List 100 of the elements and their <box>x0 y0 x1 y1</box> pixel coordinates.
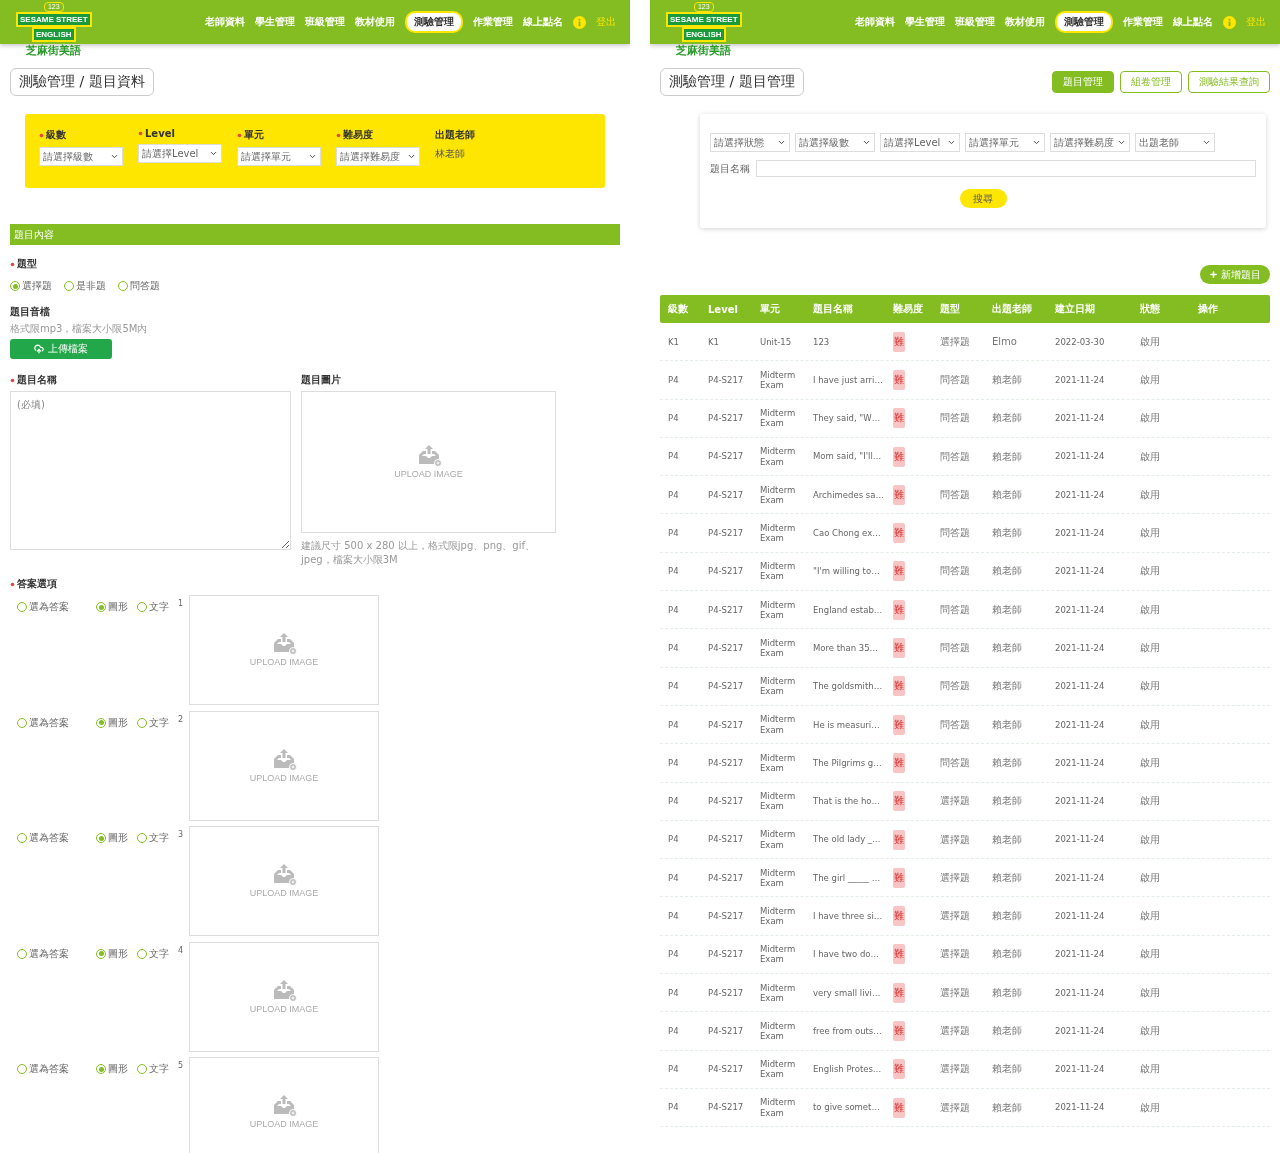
table-cell-text: 2021-11-24 <box>1055 796 1106 807</box>
select-field[interactable]: 請選擇Level <box>138 144 222 163</box>
table-cell-text: They said, "W… <box>813 413 882 424</box>
table-cell-text: Midterm Exam <box>760 982 797 1003</box>
radio-option[interactable]: 問答題 <box>118 279 160 293</box>
difficulty-tag: 難 <box>893 867 905 888</box>
radio-option[interactable]: 圖形 <box>96 1062 137 1076</box>
table-row[interactable]: P4 P4-S217 Midterm Exam The girl _____ … 難 選擇題 賴老師 2021-11-24 啟用 <box>660 859 1270 898</box>
table-row[interactable]: P4 P4-S217 Midterm Exam Archimedes sa… 難 問答題 賴老師 2021-11-24 啟用 <box>660 476 1270 515</box>
table-cell-text: 賴老師 <box>992 565 1023 578</box>
table-cell-text: to give somet… <box>813 1102 881 1113</box>
search-button[interactable]: 搜尋 <box>959 189 1007 208</box>
table-cell-text: That is the ho… <box>813 796 882 807</box>
radio-option[interactable]: 圖形 <box>96 946 137 961</box>
select-field[interactable]: 請選擇難易度 <box>1050 133 1130 152</box>
table-cell-text: P4-S217 <box>708 642 745 654</box>
table-cell-text: P4 <box>668 604 680 615</box>
table-row[interactable]: P4 P4-S217 Midterm Exam The old lady _… 難 選擇題 賴老師 2021-11-24 啟用 <box>660 820 1270 860</box>
table-row[interactable]: P4 P4-S217 Midterm Exam very small livi… 難 選擇題 賴老師 2021-11-24 啟用 <box>660 974 1270 1013</box>
table-cell-text: Midterm Exam <box>760 714 797 735</box>
radio-option[interactable]: 文字 <box>137 946 178 961</box>
difficulty-tag: 難 <box>893 369 905 390</box>
table-cell-text: Midterm Exam <box>760 446 797 467</box>
difficulty-tag: 難 <box>893 599 905 620</box>
radio-option[interactable]: 圖形 <box>96 600 137 614</box>
table-cell-text: P4 <box>668 566 680 577</box>
select-field[interactable]: 請選擇狀態 <box>710 133 790 152</box>
field-label: 題目圖片 <box>301 373 341 387</box>
radio-option[interactable]: 選為答案 <box>17 831 96 845</box>
radio-option[interactable]: 文字 <box>137 1062 178 1076</box>
table-row[interactable]: P4 P4-S217 Midterm Exam Cao Chong ex… 難 問答題 賴老師 2021-11-24 啟用 <box>660 514 1270 553</box>
select-field[interactable]: 請選擇級數 <box>39 147 123 166</box>
table-row[interactable]: P4 P4-S217 Midterm Exam The goldsmith… 難 問答題 賴老師 2021-11-24 啟用 <box>660 667 1270 706</box>
info-icon[interactable] <box>573 15 586 29</box>
table-row[interactable]: P4 P4-S217 Midterm Exam Mom said, "I'll… 難 問答題 賴老師 2021-11-24 啟用 <box>660 437 1270 477</box>
table-row[interactable]: P4 P4-S217 Midterm Exam English Protes… 難 選擇題 賴老師 2021-11-24 啟用 <box>660 1050 1270 1089</box>
radio-option[interactable]: 選擇題 <box>10 279 52 293</box>
table-row[interactable]: P4 P4-S217 Midterm Exam I have just arri… 難 問答題 賴老師 2021-11-24 啟用 <box>660 361 1270 400</box>
table-cell-text: Midterm Exam <box>760 1059 797 1080</box>
difficulty-tag: 難 <box>893 752 905 773</box>
table-row[interactable]: P4 P4-S217 Midterm Exam More than 35… 難 問答題 賴老師 2021-11-24 啟用 <box>660 629 1270 668</box>
table-cell-text: P4 <box>668 1025 680 1037</box>
table-cell-text: 問答題 <box>940 718 971 731</box>
table-cell-text: Midterm Exam <box>760 1097 797 1118</box>
table-row[interactable]: P4 P4-S217 Midterm Exam to give somet… 難 選擇題 賴老師 2021-11-24 啟用 <box>660 1088 1270 1128</box>
table-row[interactable]: P4 P4-S217 Midterm Exam England estab… 難 問答題 賴老師 2021-11-24 啟用 <box>660 591 1270 630</box>
chevron-icon <box>308 152 317 161</box>
select-field[interactable]: 請選擇級數 <box>795 133 875 152</box>
select-field[interactable]: 請選擇難易度 <box>336 147 420 166</box>
radio-option[interactable]: 選為答案 <box>17 715 96 730</box>
question-name-field[interactable]: (必填) <box>10 391 291 550</box>
upload-text: UPLOAD IMAGE <box>249 1119 319 1129</box>
table-row[interactable]: P4 P4-S217 Midterm Exam He is measuri… 難 問答題 賴老師 2021-11-24 啟用 <box>660 705 1270 745</box>
table-cell-text: P4-S217 <box>708 681 745 692</box>
nav-item[interactable]: 測驗管理 <box>1055 11 1113 33</box>
table-cell-text: 選擇題 <box>940 871 971 884</box>
table-cell-text: 2021-11-24 <box>1055 719 1106 730</box>
table-row[interactable]: P4 P4-S217 Midterm Exam I have two do… 難 選擇題 賴老師 2021-11-24 啟用 <box>660 935 1270 975</box>
radio-option[interactable]: 文字 <box>137 715 178 730</box>
nav-item[interactable]: 測驗管理 <box>405 11 463 33</box>
table-cell-text: very small livi… <box>813 987 882 998</box>
table-cell-text: 啟用 <box>1140 910 1161 923</box>
table-cell-text: 問答題 <box>940 603 971 616</box>
radio-option[interactable]: 圖形 <box>96 831 137 845</box>
radio-option[interactable]: 選為答案 <box>17 946 96 961</box>
title-search-field[interactable] <box>756 160 1256 177</box>
table-cell-text: 問答題 <box>940 412 971 425</box>
select-field[interactable]: 請選擇單元 <box>237 147 321 166</box>
table-cell-text: 2021-11-24 <box>1055 987 1106 998</box>
radio-option[interactable]: 選為答案 <box>17 1062 96 1076</box>
table-cell-text: 2021-11-24 <box>1055 1064 1106 1075</box>
select-field[interactable]: 出題老師 <box>1135 133 1215 152</box>
option-number: 2 <box>178 713 185 724</box>
table-row[interactable]: P4 P4-S217 Midterm Exam They said, "W… 難 問答題 賴老師 2021-11-24 啟用 <box>660 399 1270 438</box>
radio-option[interactable]: 文字 <box>137 600 178 614</box>
table-row[interactable]: P4 P4-S217 Midterm Exam I have three si… 難 選擇題 賴老師 2021-11-24 啟用 <box>660 897 1270 936</box>
table-row[interactable]: P4 P4-S217 Midterm Exam "I'm willing to… 難 問答題 賴老師 2021-11-24 啟用 <box>660 552 1270 592</box>
radio-option[interactable]: 是非題 <box>64 279 106 293</box>
table-row[interactable]: P4 P4-S217 Midterm Exam That is the ho… 難 選擇題 賴老師 2021-11-24 啟用 <box>660 782 1270 821</box>
table-cell-text: 2021-11-24 <box>1055 413 1106 424</box>
table-row[interactable]: K1 K1 Unit-15 123 難 選擇題 Elmo 2022-03-30 啟用 <box>660 323 1270 362</box>
table-cell-text: 2021-11-24 <box>1055 642 1106 654</box>
chevron-icon <box>110 152 119 161</box>
column-header: Level <box>708 303 739 315</box>
difficulty-tag: 難 <box>893 906 905 927</box>
radio-option[interactable]: 選為答案 <box>17 600 96 614</box>
select-field[interactable]: 請選擇Level <box>880 133 960 152</box>
table-cell-text: 問答題 <box>940 756 971 769</box>
table-cell-text: 選擇題 <box>940 1101 971 1114</box>
table-row[interactable]: P4 P4-S217 Midterm Exam The Pilgrims g… 難 問答題 賴老師 2021-11-24 啟用 <box>660 744 1270 783</box>
radio-option[interactable]: 文字 <box>137 831 178 845</box>
info-icon[interactable] <box>1223 15 1236 29</box>
radio-option[interactable]: 圖形 <box>96 715 137 730</box>
table-cell-text: Midterm Exam <box>760 522 797 544</box>
table-cell-text: P4-S217 <box>708 374 745 386</box>
select-field[interactable]: 請選擇單元 <box>965 133 1045 152</box>
table-row[interactable]: P4 P4-S217 Midterm Exam free from outs… 難 選擇題 賴老師 2021-11-24 啟用 <box>660 1012 1270 1051</box>
table-cell-text: 啟用 <box>1140 642 1161 654</box>
upload-text: UPLOAD IMAGE <box>249 657 319 667</box>
table-cell-text: 2021-11-24 <box>1055 566 1106 577</box>
